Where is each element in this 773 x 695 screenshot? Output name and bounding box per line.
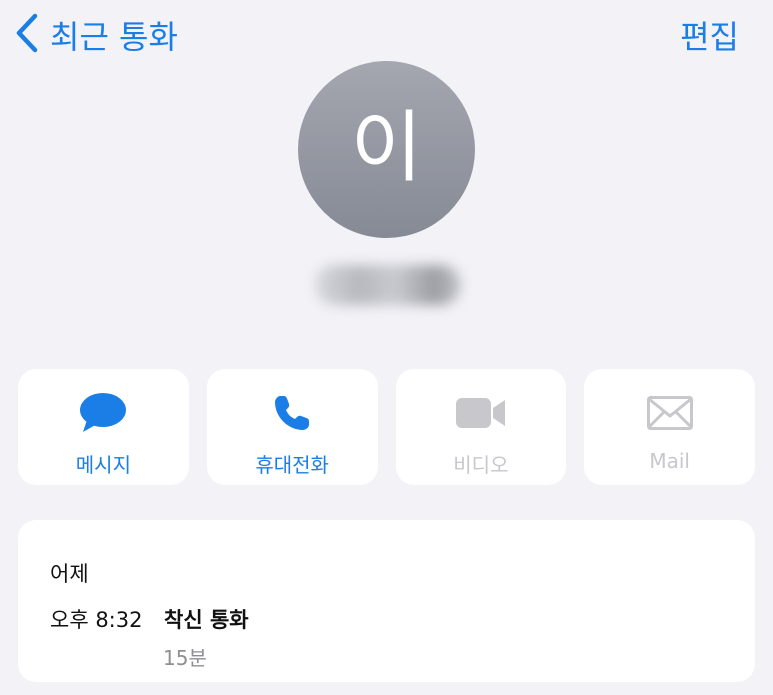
phone-button-label: 휴대전화 [255,453,329,477]
video-camera-icon [455,391,507,435]
phone-icon [272,391,312,435]
back-button-label: 최근 통화 [50,18,178,56]
call-day: 어제 [50,562,89,586]
avatar-initial: 이 [350,102,423,193]
message-button[interactable]: 메시지 [18,369,189,485]
action-buttons: 메시지 휴대전화 비디오 Mail [18,369,755,485]
call-time: 오후 8:32 [50,608,143,632]
message-bubble-icon [79,391,127,435]
video-button-label: 비디오 [453,453,509,477]
video-button[interactable]: 비디오 [395,369,567,485]
avatar: 이 [298,61,475,238]
chevron-left-icon [14,12,40,58]
back-button[interactable]: 최근 통화 [14,12,178,58]
phone-button[interactable]: 휴대전화 [206,369,378,485]
call-entry: 오후 8:32 착신 통화 [50,604,249,634]
mail-button-label: Mail [649,449,690,473]
message-button-label: 메시지 [75,453,131,477]
contact-name-redacted [306,252,470,318]
envelope-icon [646,391,693,435]
edit-button[interactable]: 편집 [680,14,739,56]
call-duration: 15분 [163,646,207,670]
mail-button[interactable]: Mail [584,369,755,485]
call-history-card: 어제 오후 8:32 착신 통화 15분 [18,520,755,682]
call-type: 착신 통화 [164,608,249,632]
